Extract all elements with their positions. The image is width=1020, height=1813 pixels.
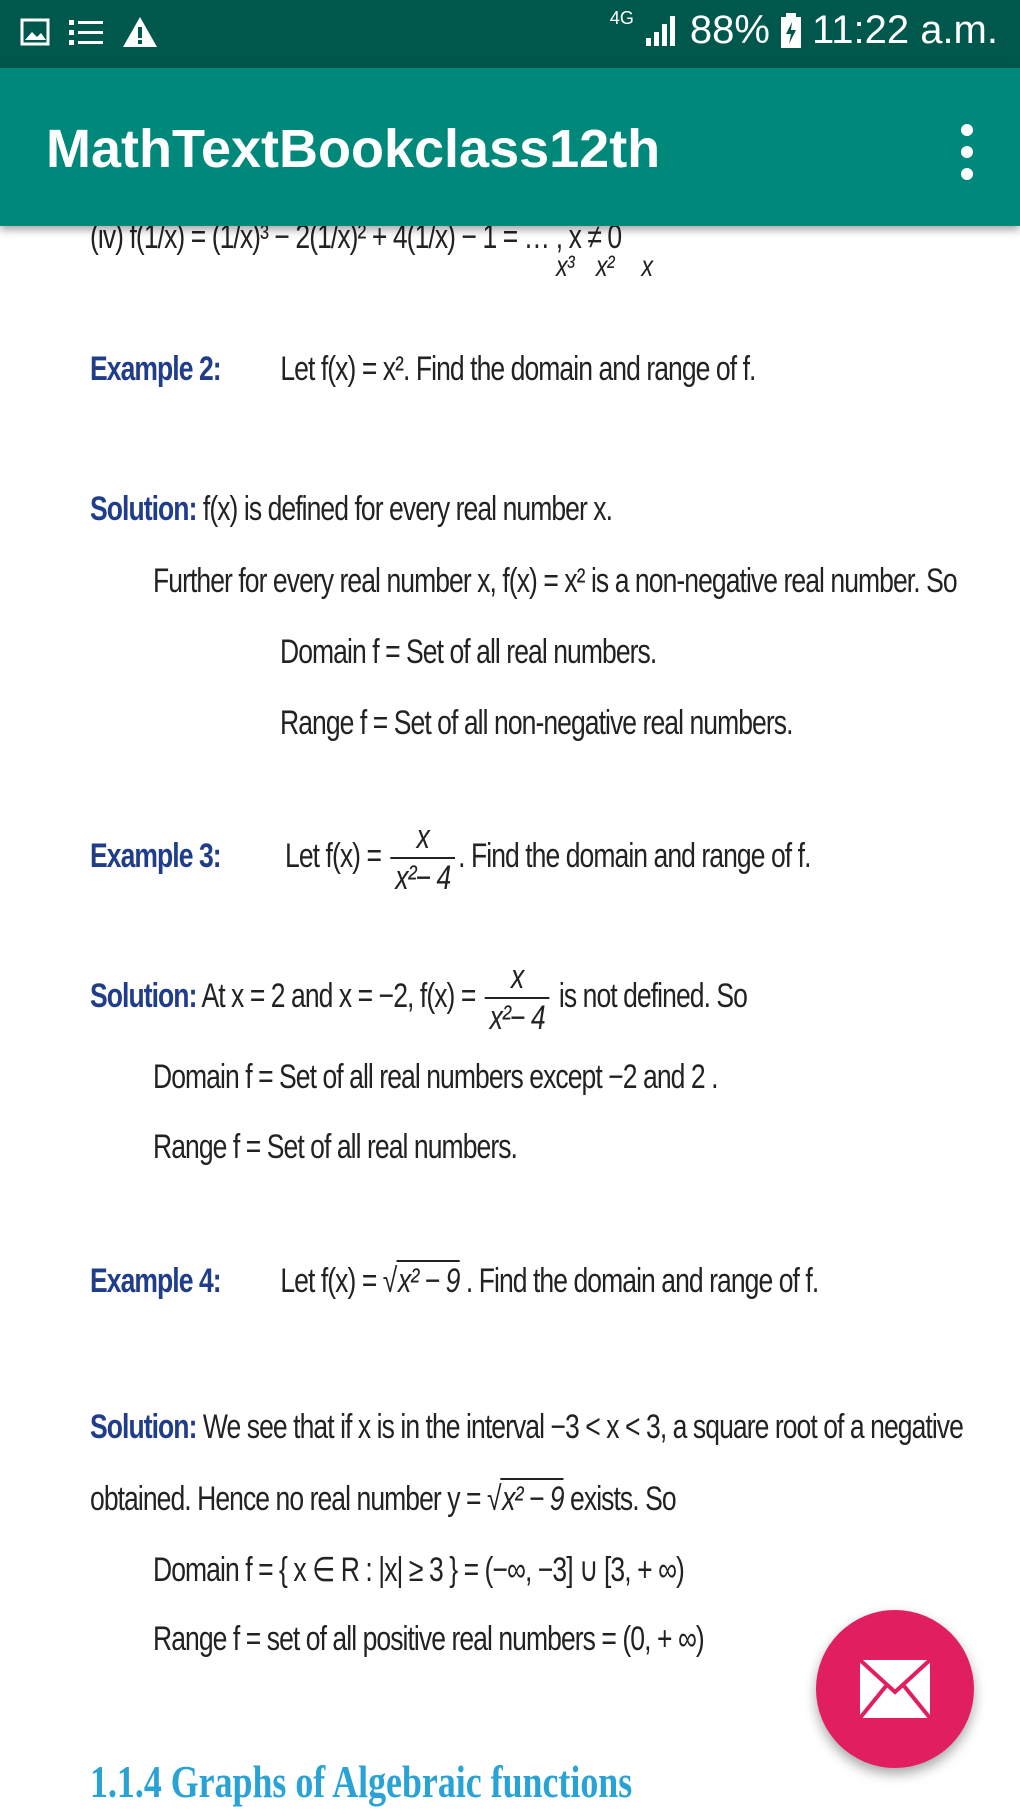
- example-3: Example 3: Let f(x) = x x²− 4 . Find the…: [90, 818, 811, 898]
- mail-fab-button[interactable]: [816, 1610, 974, 1768]
- square-root: x² − 9: [396, 1260, 460, 1300]
- network-type: 4G: [609, 8, 634, 28]
- solution-2-line-1: Solution: f(x) is defined for every real…: [90, 490, 613, 528]
- solution-2-line-3: Domain f = Set of all real numbers.: [280, 633, 657, 671]
- clock: 11:22 a.m.: [811, 8, 998, 52]
- textbook-page: (iv) f(1/x) = (1/x)³ − 2(1/x)² + 4(1/x) …: [0, 0, 1020, 1813]
- square-root: x² − 9: [500, 1478, 565, 1518]
- example-label: Example 4:: [90, 1262, 222, 1300]
- solution-2-line-4: Range f = Set of all non-negative real n…: [280, 704, 793, 742]
- status-left-icons: [20, 16, 158, 48]
- example-label: Example 3:: [90, 836, 222, 875]
- app-title: MathTextBookclass12th: [46, 119, 661, 179]
- solution-4-line-2: obtained. Hence no real number y = √x² −…: [90, 1478, 677, 1518]
- fraction: x x²− 4: [390, 818, 455, 898]
- status-bar: 4G 88% 11:22 a.m.: [0, 0, 1020, 68]
- solution-label: Solution:: [90, 976, 197, 1015]
- example-text: Let f(x) = x². Find the domain and range…: [280, 350, 756, 388]
- solution-3-line-2: Domain f = Set of all real numbers excep…: [153, 1058, 719, 1096]
- example-4: Example 4: Let f(x) = √x² − 9 . Find the…: [90, 1260, 819, 1300]
- solution-2-line-2: Further for every real number x, f(x) = …: [153, 562, 958, 600]
- more-vert-icon[interactable]: [952, 124, 982, 180]
- example-label: Example 2:: [90, 350, 222, 388]
- status-right: 4G 88% 11:22 a.m.: [610, 8, 998, 53]
- solution-3-line-1: Solution: At x = 2 and x = −2, f(x) = x …: [90, 958, 748, 1038]
- solution-label: Solution:: [90, 1408, 197, 1446]
- image-icon: [20, 18, 50, 46]
- battery-icon: [780, 12, 801, 48]
- solution-label: Solution:: [90, 490, 197, 528]
- solution-3-line-3: Range f = Set of all real numbers.: [153, 1128, 518, 1166]
- section-heading: 1.1.4 Graphs of Algebraic functions: [90, 1756, 633, 1807]
- fraction: x x²− 4: [484, 958, 550, 1038]
- battery-percent: 88%: [689, 8, 770, 52]
- signal-icon: [645, 15, 675, 46]
- example-2: Example 2: Let f(x) = x². Find the domai…: [90, 350, 756, 389]
- mail-icon: [858, 1658, 932, 1720]
- solution-4-line-1: Solution: We see that if x is in the int…: [90, 1408, 964, 1446]
- solution-4-line-4: Range f = set of all positive real numbe…: [153, 1620, 705, 1658]
- list-icon: [69, 20, 103, 45]
- warning-icon: [123, 17, 157, 47]
- partial-formula-denominators: x³ x² x: [556, 250, 653, 283]
- app-toolbar: MathTextBookclass12th: [0, 68, 1020, 226]
- solution-4-line-3: Domain f = { x ∈ R : |x| ≥ 3 } = (−∞, −3…: [153, 1551, 685, 1589]
